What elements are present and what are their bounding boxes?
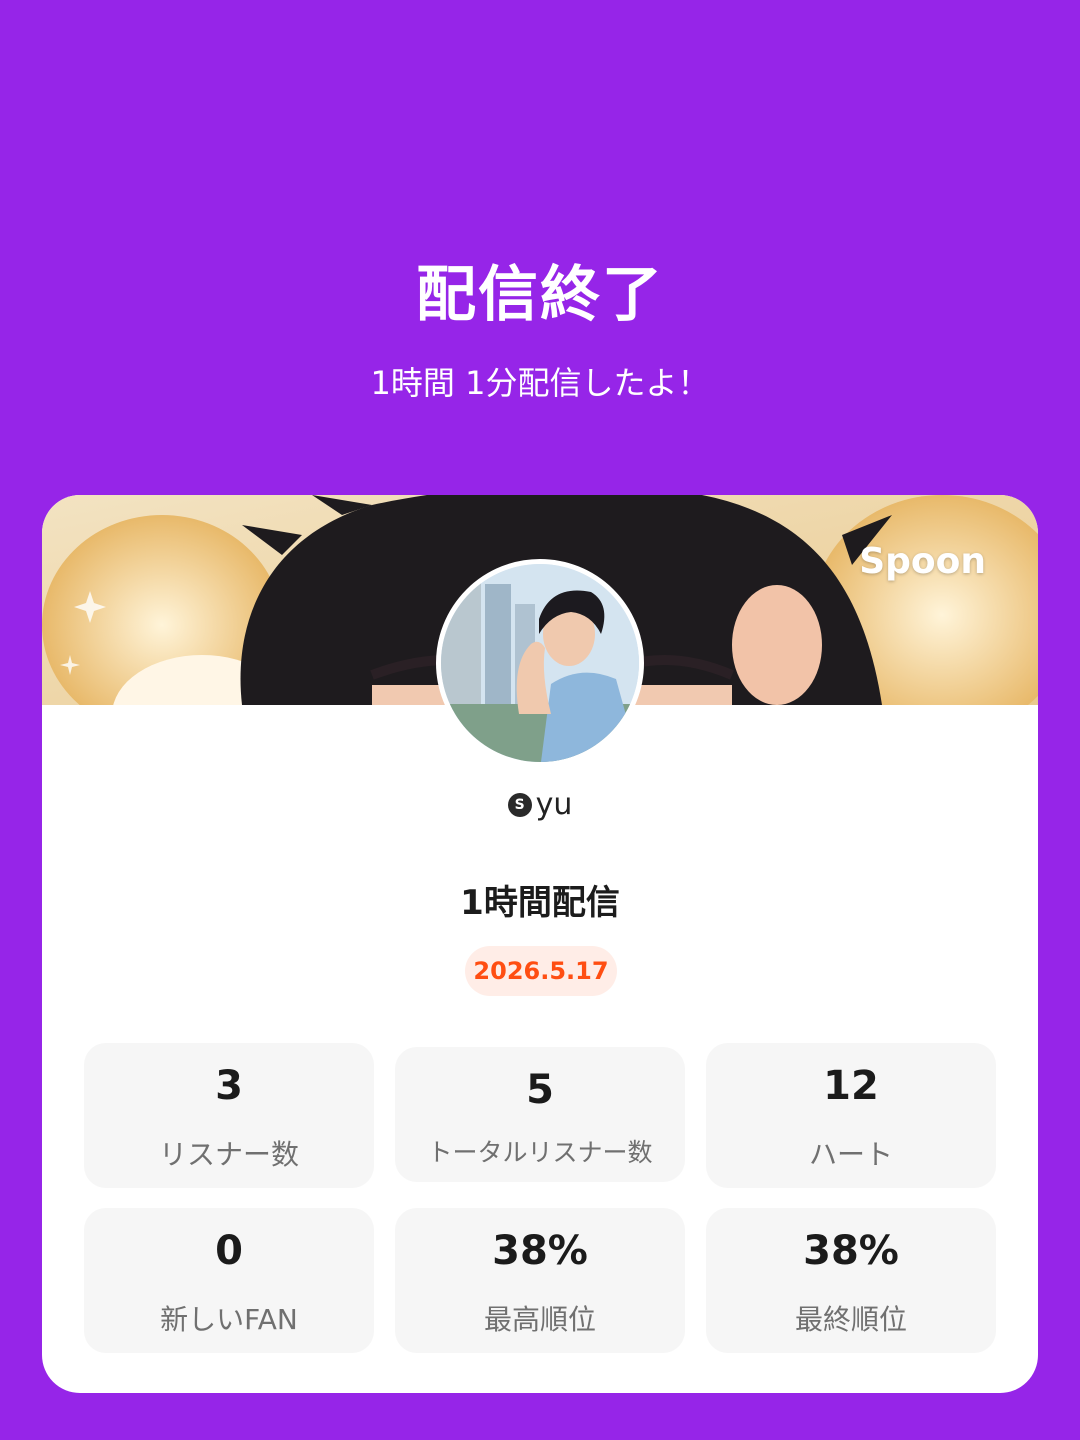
avatar[interactable] (436, 559, 644, 767)
stat-label: 最高順位 (483, 1303, 596, 1336)
stat-value: 5 (526, 1067, 554, 1113)
broadcast-summary-card: Spoon S yu 1時間配信 2026.5.17 3 リスナー数 5 トータ… (42, 495, 1038, 1393)
spoon-s-icon: S (507, 792, 532, 817)
broadcast-title: 1時間配信 (460, 883, 620, 923)
stat-value: 3 (215, 1063, 243, 1109)
stat-value: 38% (492, 1228, 588, 1274)
stat-label: ハート (808, 1138, 893, 1171)
spoon-logo: Spoon (859, 541, 986, 582)
stat-value: 12 (823, 1063, 879, 1109)
stat-label: トータルリスナー数 (427, 1138, 653, 1167)
stat-label: 最終順位 (794, 1303, 907, 1336)
stat-new-fans: 0 新しいFAN (84, 1208, 374, 1353)
stat-total-listeners: 5 トータルリスナー数 (395, 1047, 685, 1182)
stat-highest-rank: 38% 最高順位 (395, 1208, 685, 1353)
stat-listeners: 3 リスナー数 (84, 1043, 374, 1188)
stat-value: 0 (215, 1228, 243, 1274)
username-text: yu (535, 787, 573, 822)
stat-hearts: 12 ハート (706, 1043, 996, 1188)
duration-message: 1時間 1分配信したよ！ (370, 364, 710, 402)
page-title: 配信終了 (416, 260, 664, 330)
username[interactable]: S yu (42, 787, 1038, 822)
stat-final-rank: 38% 最終順位 (706, 1208, 996, 1353)
stat-label: リスナー数 (158, 1138, 299, 1171)
stat-label: 新しいFAN (160, 1303, 298, 1336)
date-badge: 2026.5.17 (465, 946, 617, 996)
broadcast-end-screen: 配信終了 1時間 1分配信したよ！ Spoon S yu 1時間配信 2026.… (0, 0, 1080, 1440)
stat-value: 38% (803, 1228, 899, 1274)
